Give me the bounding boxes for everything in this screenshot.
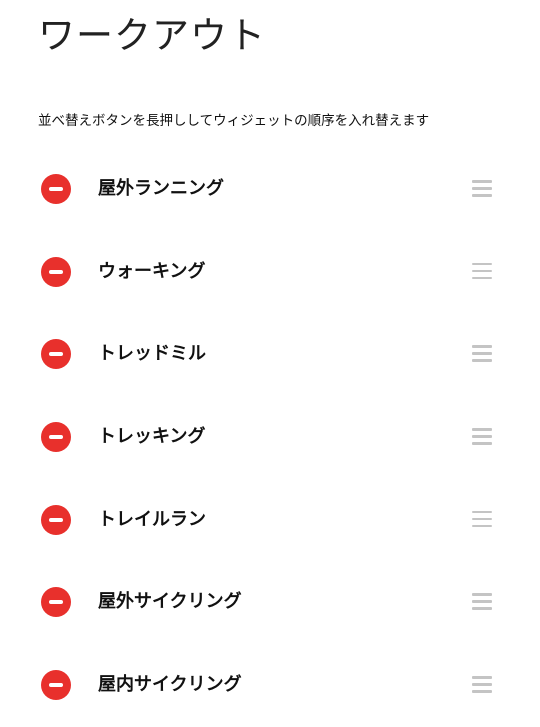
list-item-workout: 屋外ランニング [0,148,540,231]
remove-circle-icon[interactable] [41,670,71,701]
list-item-workout: ウォーキング [0,231,540,314]
remove-circle-icon[interactable] [41,174,71,204]
list-item-workout: トレッドミル [0,313,540,396]
remove-circle-icon[interactable] [41,339,71,370]
reorder-instructions: 並べ替えボタンを長押ししてウィジェットの順序を入れ替えます [38,113,430,129]
page-title: ワークアウト [38,14,266,57]
list-item-workout: 屋内サイクリング [0,644,540,727]
drag-handle-icon[interactable] [472,510,492,529]
minus-icon [49,683,63,688]
drag-handle-icon[interactable] [472,593,492,611]
drag-handle-icon[interactable] [472,676,492,694]
workout-label: トレイルラン [98,508,206,530]
workout-label: トレッキング [98,426,206,448]
minus-icon [49,269,63,274]
drag-handle-icon[interactable] [472,262,492,281]
remove-circle-icon[interactable] [41,256,71,287]
list-item-workout: トレッキング [0,396,540,479]
minus-icon [49,517,63,522]
workout-label: 屋外サイクリング [98,591,242,613]
workout-label: トレッドミル [98,343,206,365]
workout-label: 屋内サイクリング [98,674,242,696]
minus-icon [49,600,63,605]
drag-handle-icon[interactable] [472,428,492,446]
drag-handle-icon[interactable] [472,345,492,363]
remove-circle-icon[interactable] [41,422,71,453]
list-item-workout: 屋外サイクリング [0,561,540,644]
list-item-workout: トレイルラン [0,479,540,562]
workout-list: 屋外ランニング ウォーキング トレッドミル トレッキング トレイルラン 屋外サイ… [0,148,540,727]
remove-circle-icon[interactable] [41,504,71,535]
minus-icon [49,435,63,440]
minus-icon [49,352,63,357]
workout-label: ウォーキング [98,260,206,282]
remove-circle-icon[interactable] [41,587,71,618]
minus-icon [49,187,63,191]
workout-label: 屋外ランニング [98,178,224,199]
drag-handle-icon[interactable] [472,180,492,198]
